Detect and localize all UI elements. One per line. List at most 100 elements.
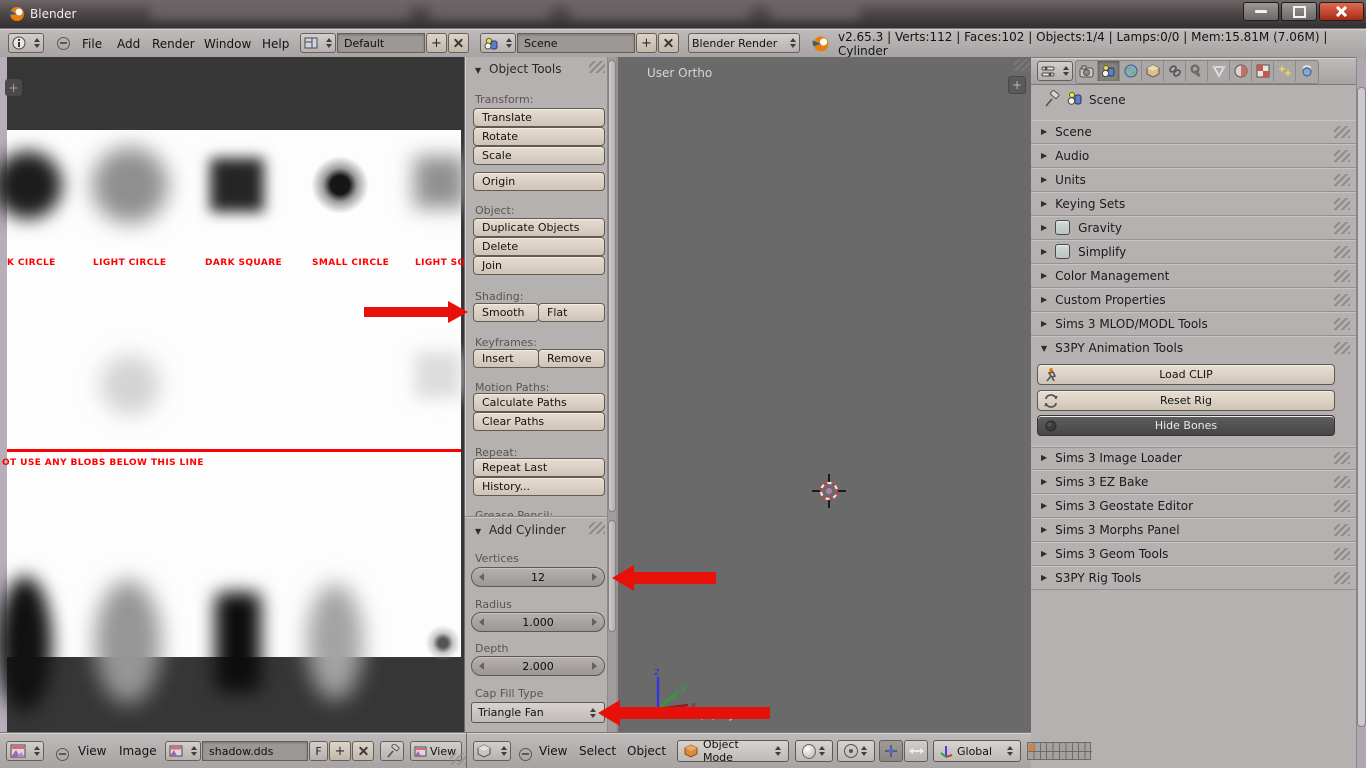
- titlebar[interactable]: Blender: [0, 0, 1366, 28]
- particles-tab-icon[interactable]: [1274, 61, 1296, 81]
- menu-view[interactable]: View: [78, 733, 106, 768]
- increment-icon[interactable]: [592, 618, 597, 626]
- region-corner-grip[interactable]: [450, 753, 466, 765]
- increment-icon[interactable]: [592, 573, 597, 581]
- delete-layout-button[interactable]: [448, 33, 469, 53]
- panel-header-keying-sets[interactable]: ▶Keying Sets: [1031, 192, 1356, 216]
- layers-widget[interactable]: [1027, 742, 1091, 760]
- insert-keyframe-button[interactable]: Insert: [473, 349, 539, 368]
- panel-header-gravity[interactable]: ▶Gravity: [1031, 216, 1356, 240]
- rotate-button[interactable]: Rotate: [473, 127, 605, 146]
- clear-paths-button[interactable]: Clear Paths: [473, 412, 605, 431]
- editor-type-selector[interactable]: [1037, 61, 1073, 81]
- scene-name[interactable]: Scene: [517, 33, 635, 53]
- history-button[interactable]: History...: [473, 477, 605, 496]
- texture-tab-icon[interactable]: [1252, 61, 1274, 81]
- decrement-icon[interactable]: [479, 618, 484, 626]
- maximize-button[interactable]: [1281, 2, 1317, 21]
- constraints-tab-icon[interactable]: [1164, 61, 1186, 81]
- region-expand-button[interactable]: +: [5, 79, 22, 96]
- menu-object[interactable]: Object: [627, 733, 666, 768]
- menu-add[interactable]: Add: [117, 29, 140, 58]
- panel-header-morphs-panel[interactable]: ▶Sims 3 Morphs Panel: [1031, 518, 1356, 542]
- reset-rig-button[interactable]: Reset Rig: [1037, 390, 1335, 411]
- calculate-paths-button[interactable]: Calculate Paths: [473, 393, 605, 412]
- remove-keyframe-button[interactable]: Remove: [538, 349, 605, 368]
- decrement-icon[interactable]: [479, 573, 484, 581]
- fake-user-button[interactable]: F: [309, 741, 328, 761]
- panel-header-mlod-tools[interactable]: ▶Sims 3 MLOD/MODL Tools: [1031, 312, 1356, 336]
- hide-bones-button[interactable]: Hide Bones: [1037, 415, 1335, 436]
- panel-header-image-loader[interactable]: ▶Sims 3 Image Loader: [1031, 446, 1356, 470]
- translate-manipulator-toggle[interactable]: [904, 740, 928, 762]
- minimize-button[interactable]: [1243, 2, 1279, 21]
- material-tab-icon[interactable]: [1230, 61, 1252, 81]
- translate-button[interactable]: Translate: [473, 108, 605, 127]
- panel-header-rig-tools[interactable]: ▶S3PY Rig Tools: [1031, 566, 1356, 590]
- load-clip-button[interactable]: Load CLIP: [1037, 364, 1335, 385]
- vertices-slider[interactable]: 12: [471, 567, 605, 587]
- add-scene-button[interactable]: +: [636, 33, 657, 53]
- delete-scene-button[interactable]: [658, 33, 679, 53]
- collapse-menus-icon[interactable]: [57, 37, 70, 50]
- radius-slider[interactable]: 1.000: [471, 612, 605, 632]
- panel-header-color-management[interactable]: ▶Color Management: [1031, 264, 1356, 288]
- shading-dropdown[interactable]: [795, 740, 833, 762]
- menu-select[interactable]: Select: [579, 733, 616, 768]
- region-expand-button[interactable]: +: [1008, 76, 1026, 94]
- scene-tab-icon[interactable]: [1098, 61, 1120, 81]
- panel-header-geostate-editor[interactable]: ▶Sims 3 Geostate Editor: [1031, 494, 1356, 518]
- data-tab-icon[interactable]: [1208, 61, 1230, 81]
- editor-type-selector[interactable]: [473, 741, 511, 761]
- new-image-button[interactable]: +: [329, 741, 351, 761]
- delete-button[interactable]: Delete: [473, 237, 605, 256]
- panel-header-custom-properties[interactable]: ▶Custom Properties: [1031, 288, 1356, 312]
- properties-scrollbar[interactable]: [1356, 57, 1366, 768]
- collapse-menus-icon[interactable]: [519, 748, 532, 761]
- depth-slider[interactable]: 2.000: [471, 656, 605, 676]
- menu-image[interactable]: Image: [119, 733, 157, 768]
- object-tab-icon[interactable]: [1142, 61, 1164, 81]
- physics-tab-icon[interactable]: [1296, 61, 1318, 81]
- panel-header-geom-tools[interactable]: ▶Sims 3 Geom Tools: [1031, 542, 1356, 566]
- add-layout-button[interactable]: +: [426, 33, 447, 53]
- modifiers-tab-icon[interactable]: [1186, 61, 1208, 81]
- mode-dropdown[interactable]: Object Mode: [677, 740, 789, 762]
- screen-layout-name[interactable]: Default: [337, 33, 425, 53]
- gravity-checkbox[interactable]: [1055, 220, 1070, 235]
- menu-view[interactable]: View: [539, 733, 567, 768]
- menu-render[interactable]: Render: [152, 29, 195, 58]
- scene-browse[interactable]: [480, 33, 516, 53]
- scale-button[interactable]: Scale: [473, 146, 605, 165]
- operator-panel-title[interactable]: Add Cylinder: [489, 523, 566, 537]
- repeat-last-button[interactable]: Repeat Last: [473, 458, 605, 477]
- collapse-menus-icon[interactable]: [56, 748, 69, 761]
- pin-icon[interactable]: [1043, 90, 1061, 108]
- orientation-dropdown[interactable]: Global: [933, 740, 1021, 762]
- join-button[interactable]: Join: [473, 256, 605, 275]
- screen-layout-browse[interactable]: [300, 33, 336, 53]
- panel-header-units[interactable]: ▶Units: [1031, 168, 1356, 192]
- render-engine-selector[interactable]: Blender Render: [688, 33, 800, 53]
- pin-button[interactable]: [380, 741, 404, 761]
- render-tab-icon[interactable]: [1076, 61, 1098, 81]
- shade-flat-button[interactable]: Flat: [538, 303, 605, 322]
- world-tab-icon[interactable]: [1120, 61, 1142, 81]
- image-browse[interactable]: [165, 741, 201, 761]
- viewport-region[interactable]: User Ortho + z y x (1) Cylinder: [616, 57, 1030, 732]
- editor-type-selector[interactable]: [8, 33, 44, 53]
- panel-header-audio[interactable]: ▶Audio: [1031, 144, 1356, 168]
- region-corner-grip[interactable]: [1014, 59, 1030, 71]
- decrement-icon[interactable]: [479, 662, 484, 670]
- manipulator-toggle[interactable]: [879, 740, 903, 762]
- panel-header-scene[interactable]: ▶Scene: [1031, 120, 1356, 144]
- menu-help[interactable]: Help: [262, 29, 289, 58]
- pivot-dropdown[interactable]: [837, 740, 875, 762]
- shade-smooth-button[interactable]: Smooth: [473, 303, 539, 322]
- panel-header-s3py-animation[interactable]: ▼S3PY Animation Tools: [1031, 336, 1356, 360]
- image-name-field[interactable]: shadow.dds: [202, 741, 308, 761]
- close-button[interactable]: [1319, 2, 1364, 21]
- panel-header-simplify[interactable]: ▶Simplify: [1031, 240, 1356, 264]
- origin-button[interactable]: Origin: [473, 172, 605, 191]
- increment-icon[interactable]: [592, 662, 597, 670]
